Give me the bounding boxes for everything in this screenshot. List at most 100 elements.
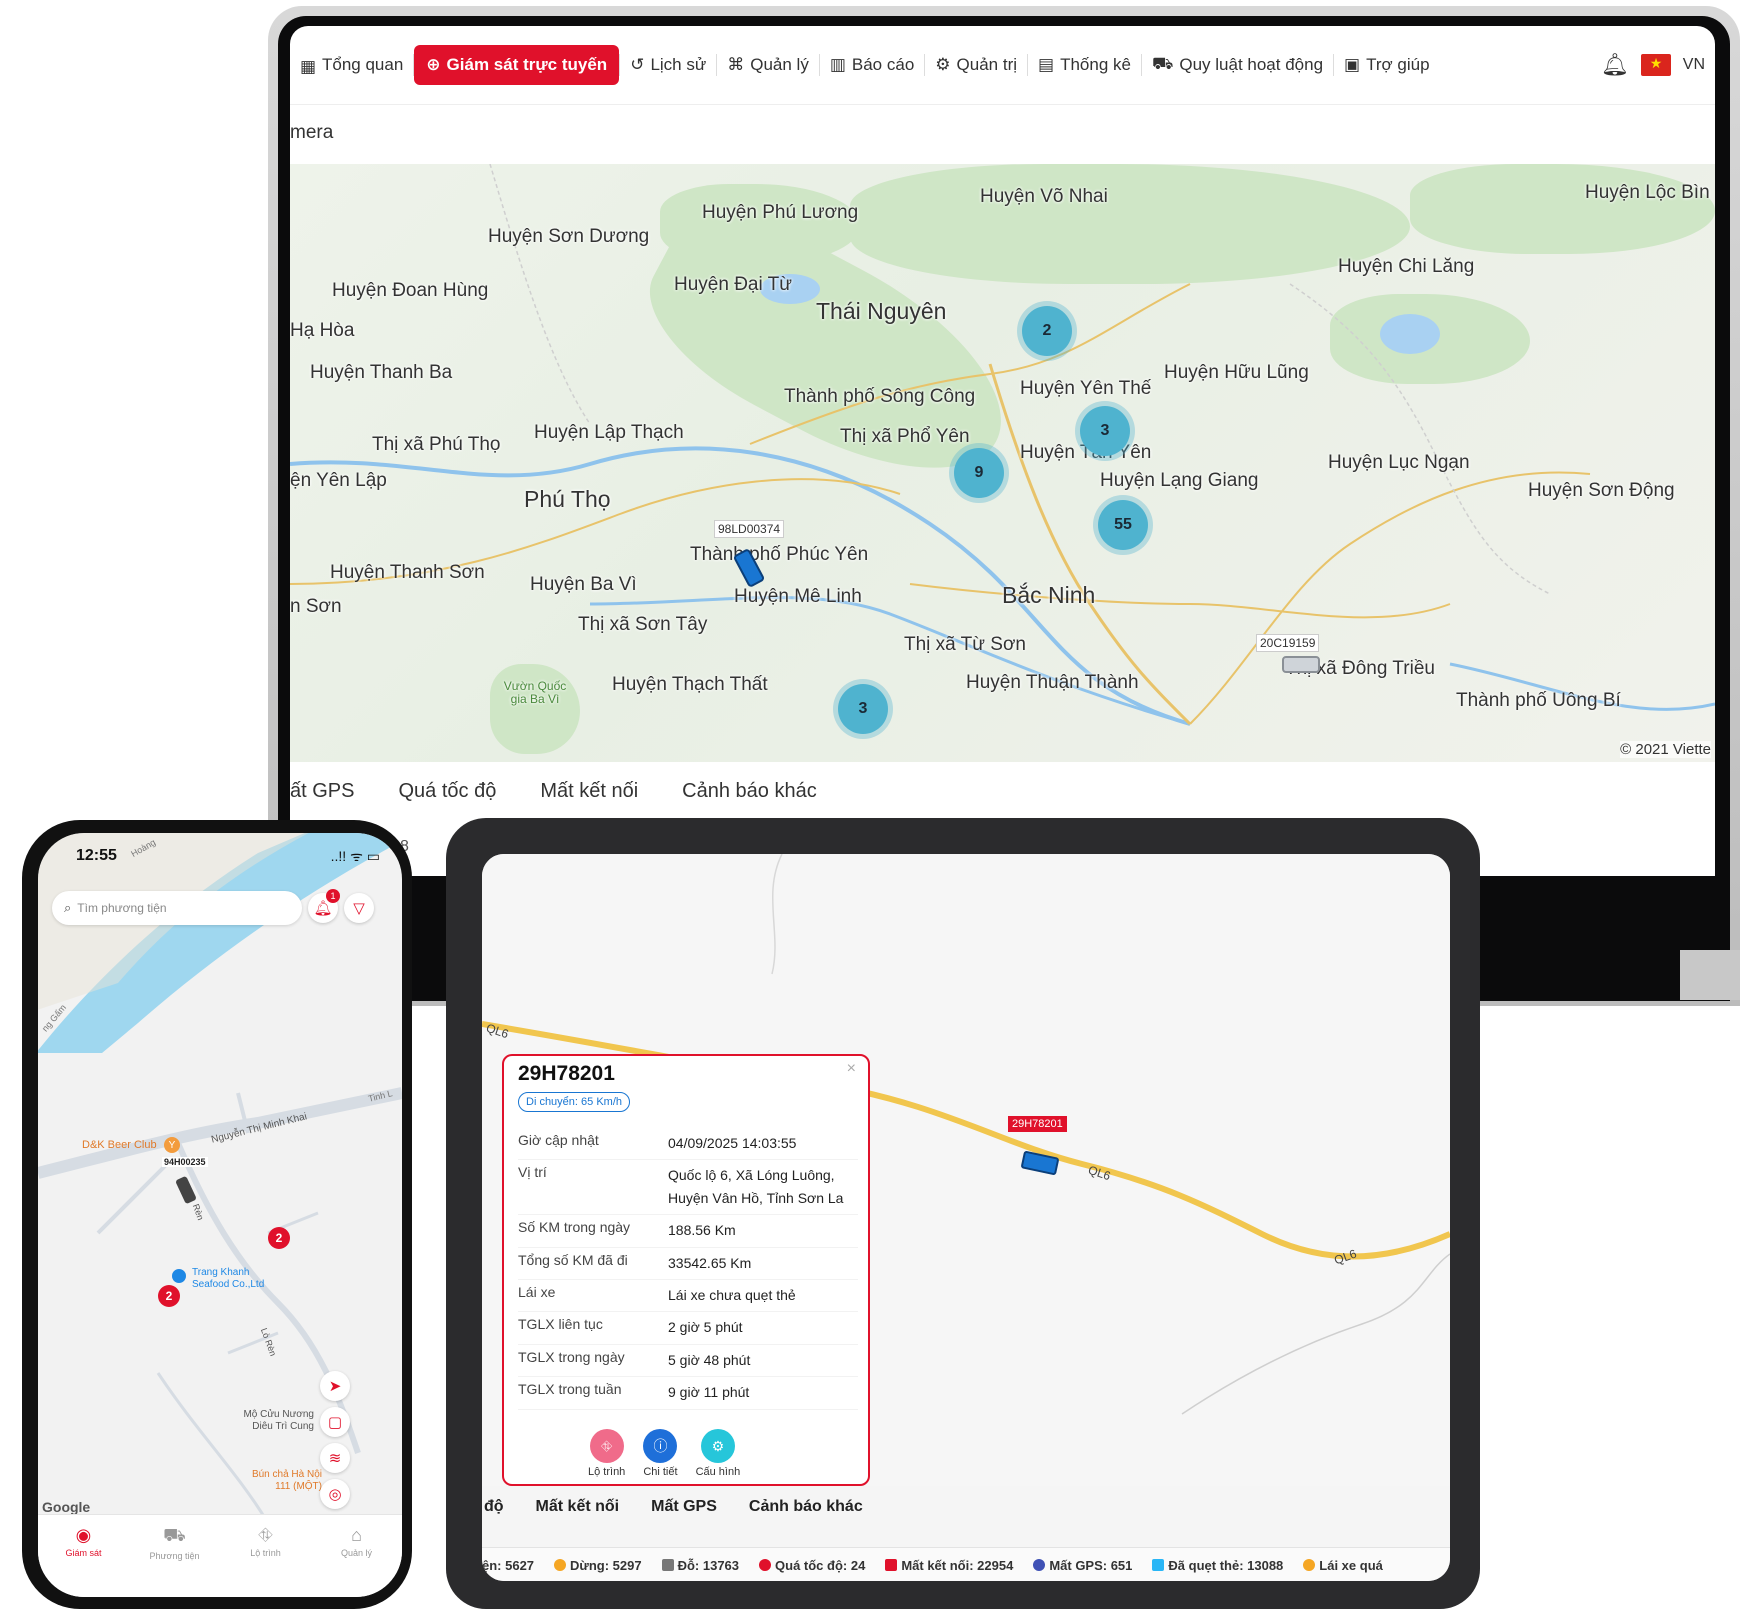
nav-quan-tri[interactable]: ⚙ Quản trị xyxy=(925,45,1027,85)
stat-stopped[interactable]: Dừng: 5297 xyxy=(554,1558,642,1573)
message-button[interactable]: ▢ xyxy=(320,1407,350,1437)
vehicle-plate-tag: 29H78201 xyxy=(1008,1116,1067,1132)
detail-value: 2 giờ 5 phút xyxy=(668,1319,743,1336)
vehicle-cluster[interactable]: 55 xyxy=(1098,500,1148,550)
map-place-label: Huyện Lục Ngạn xyxy=(1328,452,1470,473)
tab-canh-bao-khac[interactable]: Cảnh báo khác xyxy=(749,1498,863,1516)
nav-quy-luat-hoat-dong[interactable]: ⛟ Quy luật hoạt động xyxy=(1142,45,1333,85)
satellite-icon xyxy=(1033,1558,1046,1571)
popup-title: 29H78201 xyxy=(518,1062,615,1085)
filter-icon: ▽ xyxy=(353,900,365,917)
map-place-label: Bắc Ninh xyxy=(1002,582,1096,608)
nav-label: Quản lý xyxy=(750,55,809,74)
record-button[interactable]: ◎ xyxy=(320,1479,350,1509)
stat-disconnected[interactable]: Mất kết nối: 22954 xyxy=(885,1558,1013,1573)
stat-label: Đỗ: 13763 xyxy=(677,1557,740,1573)
detail-value: 33542.65 Km xyxy=(668,1254,752,1271)
stat-lost-gps[interactable]: Mất GPS: 651 xyxy=(1033,1558,1132,1573)
detail-map[interactable]: QL6 QL6 QL6 29H78201 29H78201 × Di chuyể… xyxy=(482,854,1450,1486)
language-label[interactable]: VN xyxy=(1683,56,1705,74)
nav-bao-cao[interactable]: ▥ Báo cáo xyxy=(820,45,924,85)
nav-label: Thống kê xyxy=(1060,55,1131,74)
tab-mat-ket-noi[interactable]: Mất kết nối xyxy=(536,1498,620,1516)
car-icon: ⛟ xyxy=(163,1525,186,1545)
map-place-label: Thị xã Sơn Tây xyxy=(578,614,708,635)
map-place-label: Huyện Thuận Thành xyxy=(966,672,1139,693)
tab-qua-toc-do[interactable]: Quá tốc độ xyxy=(398,780,496,803)
search-icon: ⌕ xyxy=(64,900,72,915)
nav-giam-sat-truc-tuyen[interactable]: ⊕ Giám sát trực tuyến xyxy=(414,45,620,85)
nav-label: Quy luật hoạt động xyxy=(1179,55,1324,74)
map-place-label: Huyện Mê Linh xyxy=(734,586,862,607)
top-navigation: ▦ Tổng quan ⊕ Giám sát trực tuyến ↺ Lịch… xyxy=(290,26,1715,105)
vehicle-cluster[interactable]: 3 xyxy=(1080,406,1130,456)
detail-key: Lái xe xyxy=(518,1283,556,1300)
nav-tro-giup[interactable]: ▣ Trợ giúp xyxy=(1334,45,1440,85)
vehicle-cluster[interactable]: 2 xyxy=(268,1227,290,1249)
bell-icon[interactable]: 🔔︎ xyxy=(1601,52,1629,78)
detail-row: TGLX trong tuần 9 giờ 11 phút xyxy=(518,1377,858,1410)
tab-lo-trinh[interactable]: ⛗ Lộ trình xyxy=(226,1525,306,1558)
nav-quan-ly[interactable]: ⌘ Quản lý xyxy=(717,45,819,85)
tab-canh-bao-khac[interactable]: Cảnh báo khác xyxy=(682,780,817,803)
search-input[interactable]: ⌕ Tìm phương tiện xyxy=(52,891,302,925)
history-icon: ↺ xyxy=(630,55,645,74)
map-place-label: Thị xã Phổ Yên xyxy=(840,426,970,447)
laptop-hinge xyxy=(1680,950,1740,1000)
tab-giam-sat[interactable]: ◉ Giám sát xyxy=(44,1525,124,1558)
vehicle-marker[interactable] xyxy=(1282,656,1320,673)
help-icon: ▣ xyxy=(1344,55,1361,74)
map-place-label: Thành phố Uông Bí xyxy=(1456,690,1621,711)
tab-mat-gps[interactable]: Mất GPS xyxy=(651,1498,717,1516)
shop-icon[interactable] xyxy=(172,1269,186,1283)
map-place-label: Huyện Thanh Sơn xyxy=(330,562,485,583)
vehicle-cluster[interactable]: 2 xyxy=(1022,306,1072,356)
tab-toc-do[interactable]: độ xyxy=(484,1498,504,1516)
map-route-icon: ⛗ xyxy=(258,1525,273,1545)
layers-button[interactable]: ≋ xyxy=(320,1443,350,1473)
nav-label: Trợ giúp xyxy=(1366,55,1430,74)
filter-button[interactable]: ▽ xyxy=(344,893,374,923)
stat-parked[interactable]: Đỗ: 13763 xyxy=(661,1557,740,1573)
detail-row: Vị trí Quốc lộ 6, Xã Lóng Luông, Huyện Vâ… xyxy=(518,1160,858,1216)
detail-row: TGLX liên tục 2 giờ 5 phút xyxy=(518,1312,858,1345)
stat-driver-over[interactable]: Lái xe quá xyxy=(1303,1558,1383,1573)
tab-mat-gps[interactable]: ất GPS xyxy=(290,780,354,803)
stat-vehicles[interactable]: ện: 5627 xyxy=(482,1558,534,1573)
clipboard-icon: ▤ xyxy=(1038,55,1055,74)
nav-right-group: 🔔︎ VN xyxy=(1601,52,1705,78)
detail-value: 9 giờ 11 phút xyxy=(668,1384,750,1401)
tab-label: Lộ trình xyxy=(250,1548,281,1558)
laptop-screen: ▦ Tổng quan ⊕ Giám sát trực tuyến ↺ Lịch… xyxy=(290,26,1715,876)
stat-label: Lái xe quá xyxy=(1319,1557,1383,1573)
route-icon: ⛗ xyxy=(589,1429,624,1463)
stat-label: Đã quẹt thẻ: 13088 xyxy=(1168,1557,1284,1573)
location-pin-icon: ◉ xyxy=(75,1525,92,1545)
tab-mat-ket-noi[interactable]: Mất kết nối xyxy=(540,780,638,803)
tab-quan-ly[interactable]: ⌂ Quản lý xyxy=(317,1525,397,1558)
close-icon[interactable]: × xyxy=(847,1060,856,1078)
vehicle-cluster[interactable]: 9 xyxy=(954,448,1004,498)
home-icon: ⌂ xyxy=(351,1525,362,1545)
stat-overspeed[interactable]: Quá tốc độ: 24 xyxy=(759,1558,865,1573)
map-place-label: Thành phố Phúc Yên xyxy=(690,544,869,565)
nav-tong-quan[interactable]: ▦ Tổng quan xyxy=(290,45,413,85)
route-button[interactable]: ⛗ Lộ trình xyxy=(588,1429,625,1478)
detail-row: Lái xe Lái xe chưa quẹt thẻ xyxy=(518,1280,858,1313)
tab-phuong-tien[interactable]: ⛟ Phương tiện xyxy=(135,1525,215,1561)
vietnam-flag-icon[interactable] xyxy=(1640,54,1671,76)
overview-map[interactable]: Huyện Phú Lương Huyện Võ Nhai Huyện Lộc … xyxy=(290,164,1715,762)
vehicle-plate-label: 94H00235 xyxy=(162,1157,208,1167)
beer-icon[interactable]: Y xyxy=(164,1137,180,1153)
vehicle-cluster[interactable]: 2 xyxy=(158,1285,180,1307)
map-place-label: Thái Nguyên xyxy=(816,298,947,324)
locate-button[interactable]: ➤ xyxy=(320,1371,350,1401)
nav-thong-ke[interactable]: ▤ Thống kê xyxy=(1028,45,1141,85)
config-button[interactable]: ⚙ Cấu hình xyxy=(696,1429,740,1478)
detail-button[interactable]: ⓘ Chi tiết xyxy=(643,1429,678,1478)
map-place-label: Huyện Sơn Dương xyxy=(488,226,650,247)
vehicle-cluster[interactable]: 3 xyxy=(838,684,888,734)
map-place-label: ện Yên Lập xyxy=(290,470,387,491)
stat-card-swiped[interactable]: Đã quẹt thẻ: 13088 xyxy=(1152,1558,1283,1573)
nav-lich-su[interactable]: ↺ Lịch sử xyxy=(620,45,716,85)
